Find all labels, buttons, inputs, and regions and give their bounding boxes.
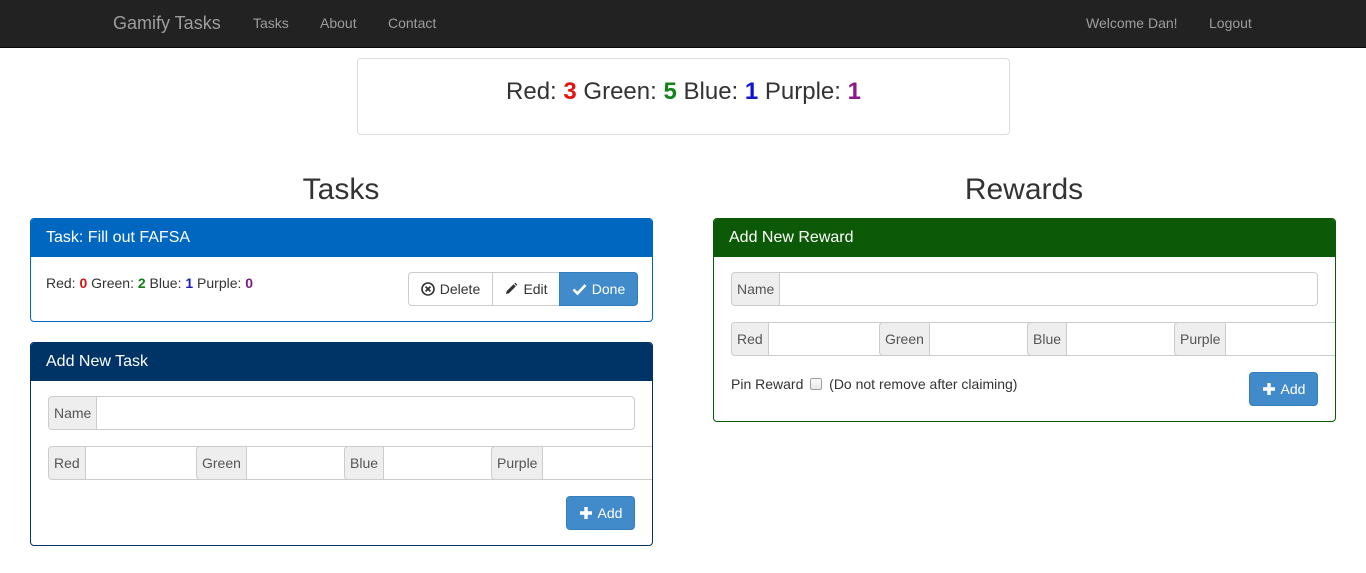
nav-logout[interactable]: Logout — [1209, 15, 1252, 31]
done-button[interactable]: Done — [559, 272, 638, 306]
reward-purple-addon: Purple — [1174, 322, 1227, 356]
reward-purple-input[interactable] — [1226, 322, 1335, 356]
tasks-title: Tasks — [302, 173, 380, 206]
nav-about[interactable]: About — [320, 15, 357, 31]
task-blue-value: 1 — [185, 275, 194, 291]
task-purple-value: 0 — [245, 275, 254, 291]
task-actions: Delete Edit Done — [408, 272, 638, 306]
reward-name-addon: Name — [731, 272, 781, 306]
score-blue-value: 1 — [744, 78, 759, 105]
task-card-heading: Task: Fill out FAFSA — [31, 219, 652, 257]
reward-name-input[interactable] — [780, 272, 1318, 306]
add-task-panel: Add New Task Name Red Green Blue Purple … — [30, 342, 653, 546]
task-name-addon: Name — [48, 396, 98, 430]
score-purple-value: 1 — [847, 78, 861, 105]
task-blue-label: Blue: — [149, 275, 182, 291]
task-purple-group: Purple — [491, 446, 652, 480]
task-card: Task: Fill out FAFSA Red: 0 Green: 2 Blu… — [30, 218, 653, 322]
add-reward-button[interactable]: Add — [1249, 372, 1318, 406]
nav-contact[interactable]: Contact — [388, 15, 436, 31]
task-name-group: Name — [48, 396, 635, 430]
task-purple-label: Purple: — [197, 275, 242, 291]
add-reward-label: Add — [1280, 381, 1306, 397]
score-blue-label: Blue: — [683, 78, 739, 105]
task-name-input[interactable] — [97, 396, 635, 430]
brand[interactable]: Gamify Tasks — [113, 13, 221, 34]
reward-blue-addon: Blue — [1027, 322, 1068, 356]
task-card-counts: Red: 0 Green: 2 Blue: 1 Purple: 0 — [46, 275, 253, 291]
edit-button[interactable]: Edit — [492, 272, 560, 306]
plus-icon — [579, 506, 593, 520]
pin-reward-row: Pin Reward (Do not remove after claiming… — [731, 376, 1017, 392]
reward-green-group: Green — [879, 322, 1108, 356]
edit-label: Edit — [523, 281, 548, 297]
task-green-group: Green — [196, 446, 425, 480]
pin-reward-note: (Do not remove after claiming) — [829, 376, 1018, 392]
delete-label: Delete — [439, 281, 481, 297]
nav-welcome[interactable]: Welcome Dan! — [1086, 15, 1178, 31]
add-reward-heading: Add New Reward — [714, 219, 1335, 257]
plus-icon — [1262, 382, 1276, 396]
score-line: Red: 3 Green: 5 Blue: 1 Purple: 1 — [358, 78, 1009, 106]
rewards-title: Rewards — [964, 173, 1084, 206]
reward-purple-group: Purple — [1174, 322, 1335, 356]
reward-name-group: Name — [731, 272, 1318, 306]
done-label: Done — [591, 281, 626, 297]
score-red-value: 3 — [563, 78, 577, 105]
score-green-value: 5 — [663, 78, 677, 105]
checkmark-icon — [572, 282, 587, 296]
score-red-label: Red: — [506, 78, 557, 105]
reward-blue-group: Blue — [1027, 322, 1246, 356]
task-green-addon: Green — [196, 446, 247, 480]
task-purple-input[interactable] — [543, 446, 652, 480]
pin-reward-label: Pin Reward — [731, 376, 804, 392]
score-purple-label: Purple: — [764, 78, 841, 105]
navbar: Gamify Tasks Tasks About Contact Welcome… — [0, 0, 1366, 48]
delete-button[interactable]: Delete — [408, 272, 493, 306]
task-red-group: Red — [48, 446, 264, 480]
reward-red-addon: Red — [731, 322, 769, 356]
task-blue-group: Blue — [344, 446, 563, 480]
pencil-icon — [504, 282, 518, 296]
pin-reward-checkbox[interactable] — [810, 378, 823, 390]
task-red-addon: Red — [48, 446, 86, 480]
score-green-label: Green: — [583, 78, 657, 105]
add-task-heading: Add New Task — [31, 343, 652, 381]
task-purple-addon: Purple — [491, 446, 544, 480]
reward-green-addon: Green — [879, 322, 930, 356]
reward-red-group: Red — [731, 322, 947, 356]
times-circle-icon — [420, 282, 435, 296]
add-reward-panel: Add New Reward Name Red Green Blue Purpl… — [713, 218, 1336, 422]
task-blue-addon: Blue — [344, 446, 385, 480]
add-task-label: Add — [597, 505, 623, 521]
add-task-button[interactable]: Add — [566, 496, 635, 530]
task-green-value: 2 — [137, 275, 146, 291]
task-green-label: Green: — [91, 275, 134, 291]
score-summary: Red: 3 Green: 5 Blue: 1 Purple: 1 — [357, 58, 1010, 135]
nav-tasks[interactable]: Tasks — [253, 15, 289, 31]
task-red-label: Red: — [46, 275, 76, 291]
task-red-value: 0 — [79, 275, 88, 291]
